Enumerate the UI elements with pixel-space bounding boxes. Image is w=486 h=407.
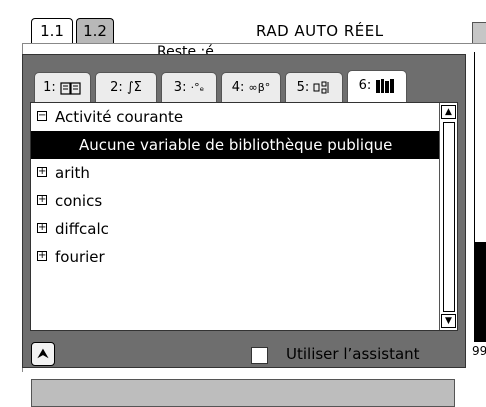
units-icon: ·°ₑ — [190, 81, 205, 94]
collapse-up-button[interactable]: ⮝ — [31, 342, 55, 366]
expand-icon[interactable]: + — [37, 223, 47, 233]
templates-icon — [313, 81, 329, 93]
list-item[interactable]: + fourier — [31, 243, 439, 271]
book-icon — [60, 81, 81, 95]
expand-icon[interactable]: + — [37, 167, 47, 177]
list-item-label: conics — [55, 192, 103, 210]
list-item-label: Activité courante — [55, 108, 184, 126]
list-item-label: Aucune variable de bibliothèque publique — [79, 136, 393, 154]
help-bar — [31, 379, 455, 407]
integral-sum-icon: ∫Σ — [126, 80, 142, 95]
list-item-label: fourier — [55, 248, 105, 266]
catalog-dialog: 1: 2: ∫Σ 3: ·°ₑ 4: ∞β° 5: 6: − Activité … — [22, 54, 466, 407]
symbols-icon: ∞β° — [248, 81, 271, 94]
list-item-label: diffcalc — [55, 220, 109, 238]
tab-page-1-2[interactable]: 1.2 — [76, 18, 114, 43]
list-scrollbar[interactable]: ▲ ▼ — [439, 103, 457, 330]
collapse-icon[interactable]: − — [37, 111, 47, 121]
tab-number: 3: — [173, 80, 187, 95]
expand-icon[interactable]: + — [37, 195, 47, 205]
catalog-list: − Activité courante Aucune variable de b… — [30, 102, 458, 331]
wizard-checkbox[interactable] — [251, 347, 268, 364]
expand-icon[interactable]: + — [37, 251, 47, 261]
battery-icon — [472, 22, 486, 44]
catalog-tab-3[interactable]: 3: ·°ₑ — [161, 72, 217, 102]
list-item[interactable]: − Activité courante — [31, 103, 439, 131]
catalog-tab-5[interactable]: 5: — [285, 72, 343, 102]
catalog-tab-1[interactable]: 1: — [34, 72, 91, 102]
background-text: Reste :é — [157, 44, 214, 54]
settings-status: RAD AUTO RÉEL — [256, 22, 384, 40]
catalog-tab-2[interactable]: 2: ∫Σ — [95, 72, 157, 102]
wizard-label: Utiliser l’assistant — [286, 345, 420, 363]
scrollbar-thumb[interactable] — [443, 122, 455, 312]
library-icon — [376, 78, 395, 93]
list-item[interactable]: + conics — [31, 187, 439, 215]
catalog-tab-6[interactable]: 6: — [347, 70, 407, 102]
scroll-up-arrow-icon[interactable]: ▲ — [441, 105, 456, 119]
list-item-label: arith — [55, 164, 90, 182]
tab-number: 6: — [358, 78, 372, 93]
list-item[interactable]: + arith — [31, 159, 439, 187]
tab-page-1-1[interactable]: 1.1 — [31, 18, 73, 43]
list-item-selected[interactable]: Aucune variable de bibliothèque publique — [31, 131, 439, 159]
document-scrollbar[interactable] — [474, 52, 486, 342]
tab-number: 1: — [43, 80, 56, 95]
scroll-down-arrow-icon[interactable]: ▼ — [441, 314, 456, 328]
list-item[interactable]: + diffcalc — [31, 215, 439, 243]
double-chevron-up-icon: ⮝ — [37, 346, 49, 362]
tab-number: 5: — [296, 80, 310, 95]
catalog-tab-4[interactable]: 4: ∞β° — [221, 72, 281, 102]
background-number: 99 — [472, 344, 486, 358]
tab-number: 4: — [231, 80, 245, 95]
tab-number: 2: — [110, 80, 123, 95]
